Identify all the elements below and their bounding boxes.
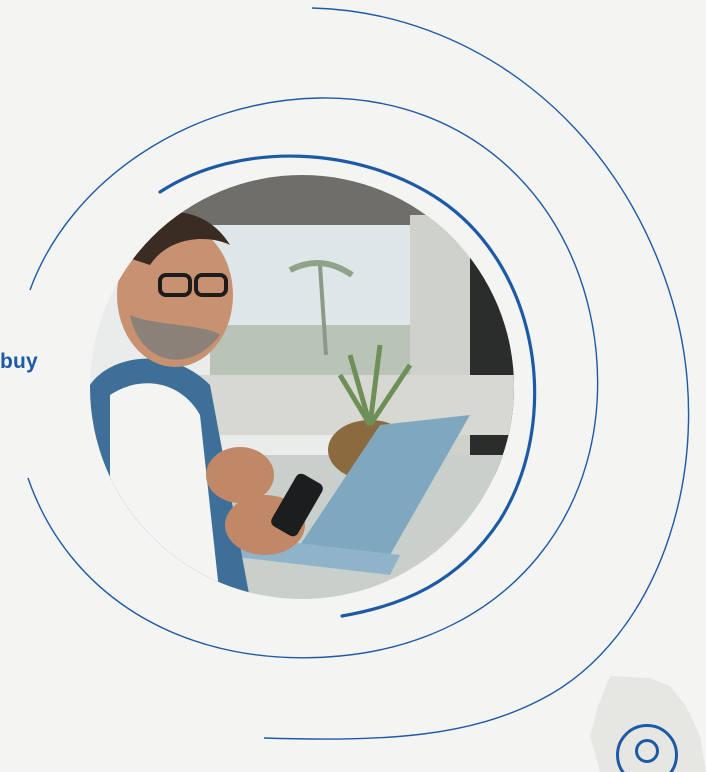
person-using-phone-photo (90, 175, 514, 599)
hero-section: buy (0, 0, 706, 772)
photo-illustration-icon (90, 175, 514, 599)
location-target-icon (635, 739, 659, 763)
side-label-text: buy (0, 350, 38, 373)
